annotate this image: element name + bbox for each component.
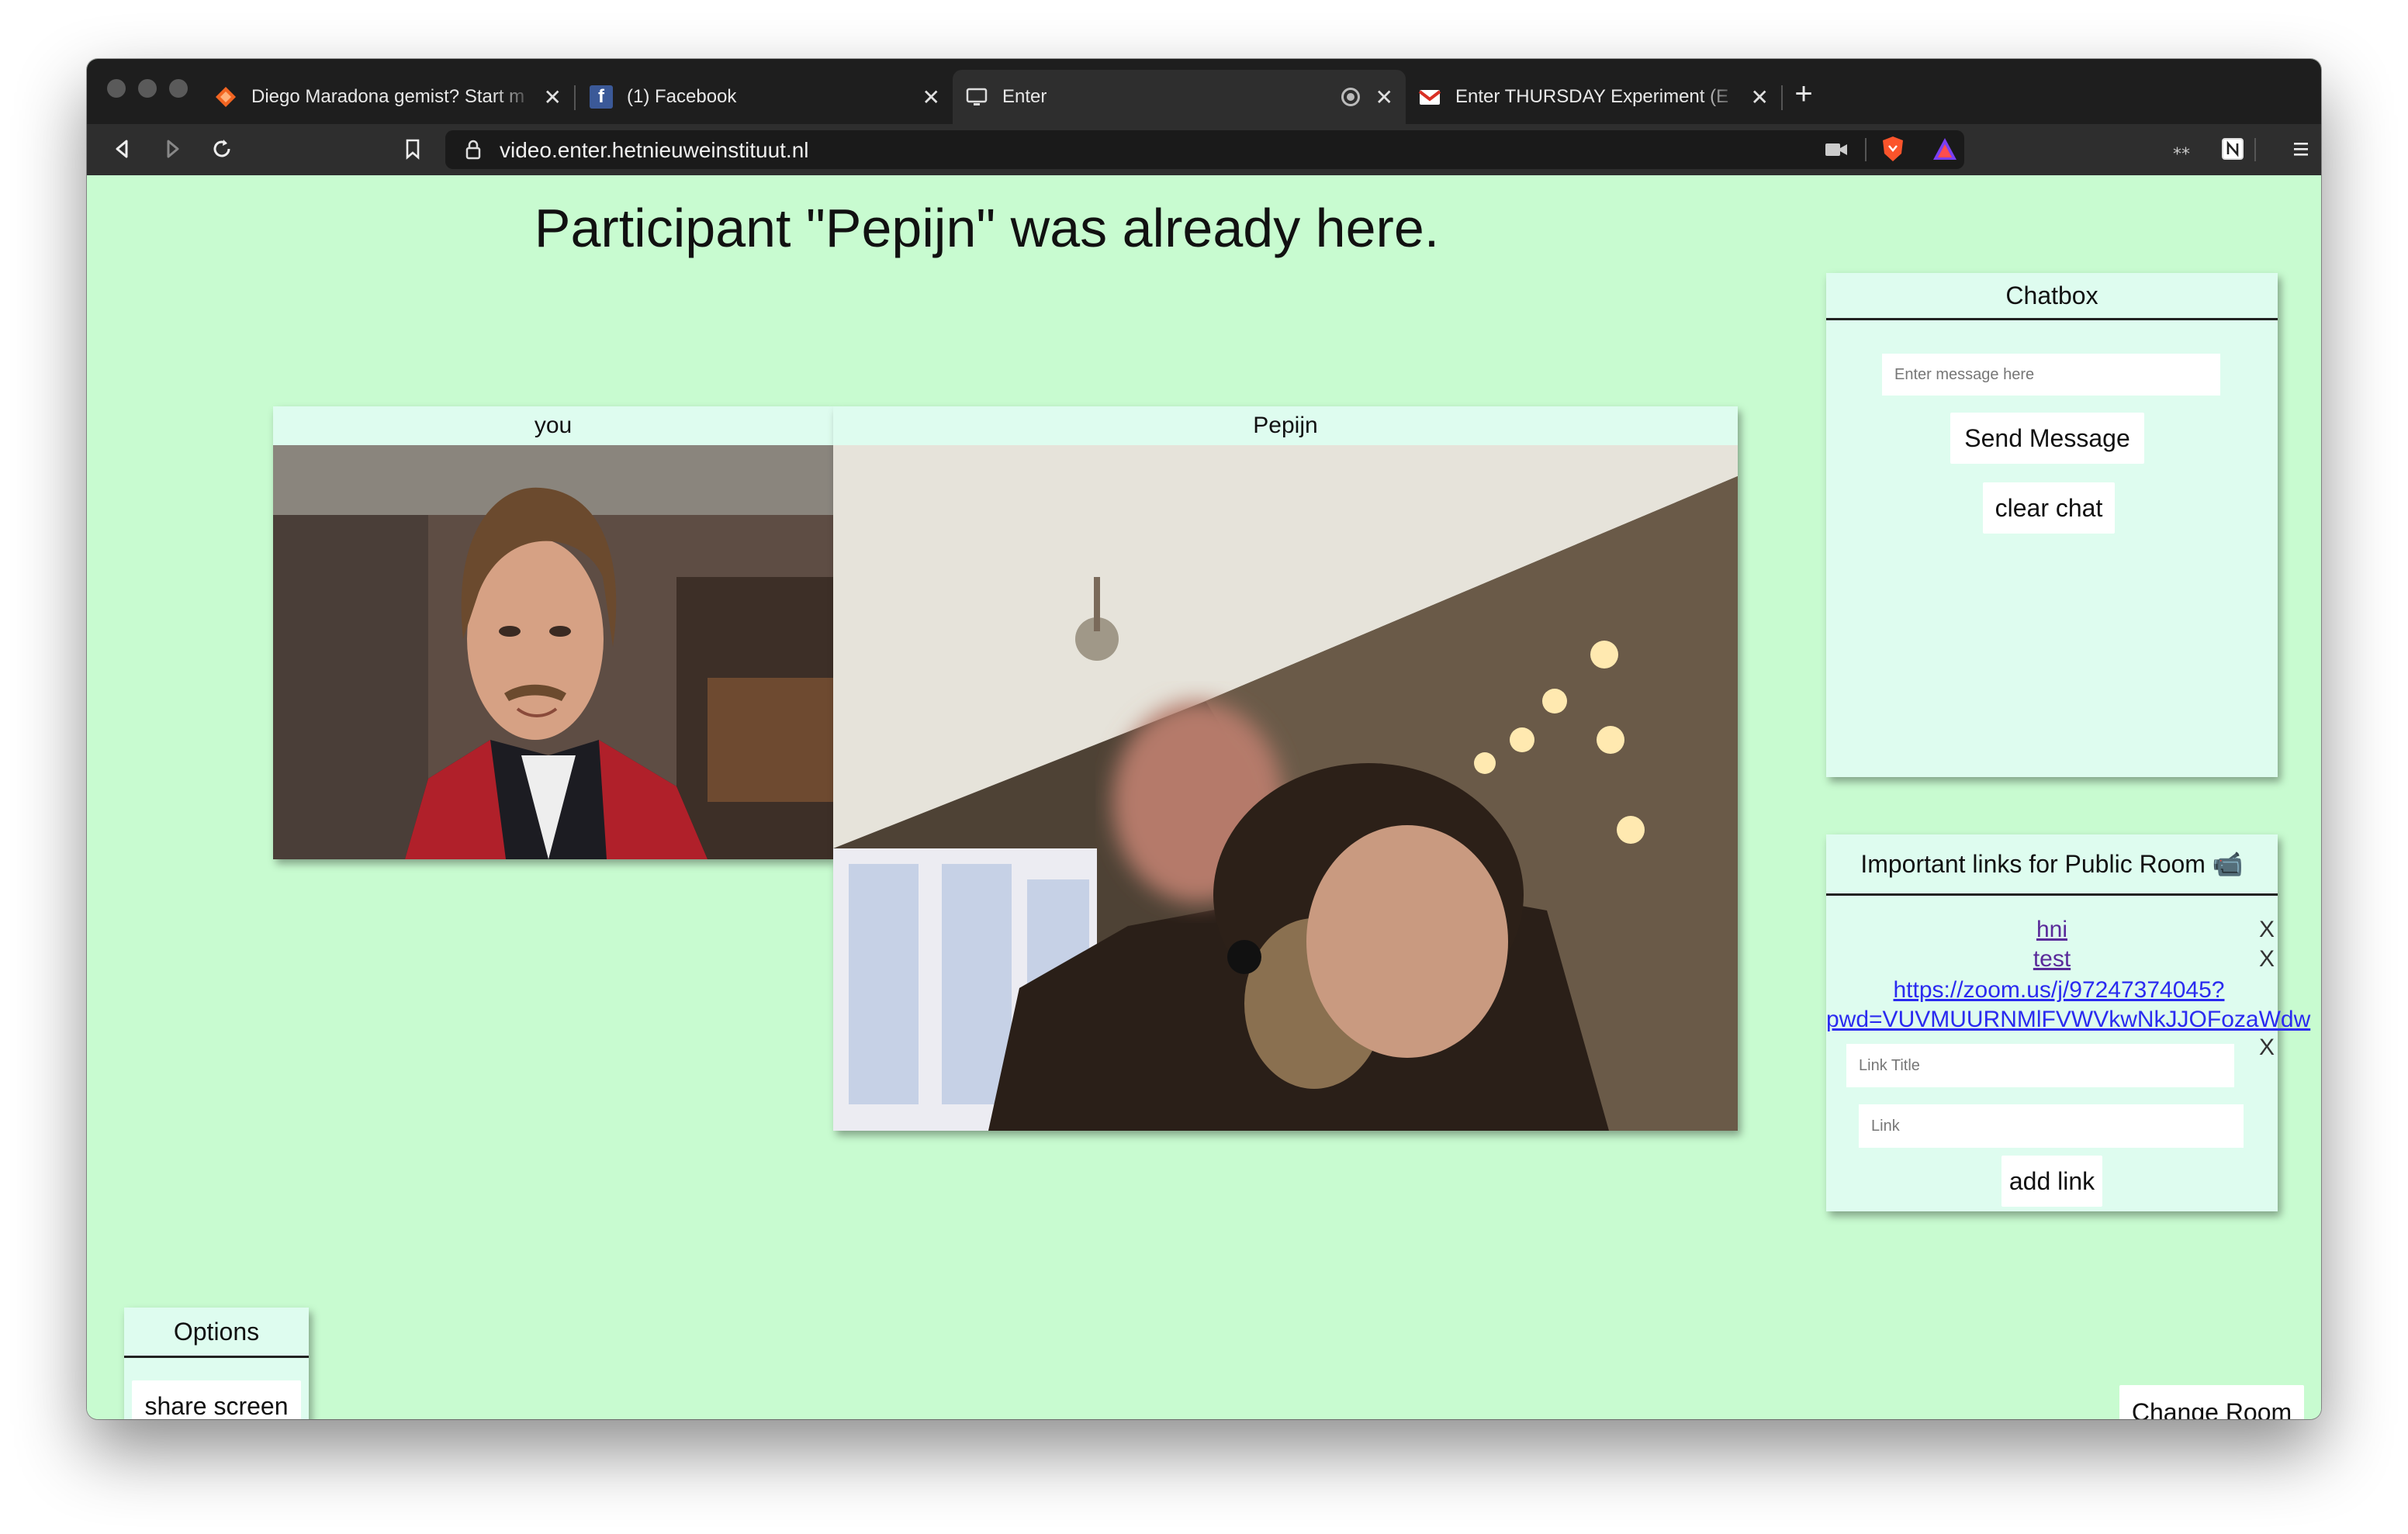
- brave-rewards-icon[interactable]: [1932, 136, 1958, 165]
- tab-title: Enter: [1002, 86, 1047, 107]
- url-text: video.enter.hetnieuweinstituut.nl: [500, 138, 809, 162]
- remove-link-button[interactable]: X: [2259, 1035, 2275, 1061]
- link-title-input[interactable]: Link Title: [1846, 1044, 2234, 1087]
- forward-icon[interactable]: [157, 133, 188, 164]
- divider: [2254, 138, 2256, 161]
- tab-separator: [1781, 85, 1783, 110]
- add-link-button[interactable]: add link: [2001, 1156, 2102, 1207]
- peer-video-feed: [833, 445, 1738, 1131]
- close-icon[interactable]: ✕: [1751, 85, 1769, 110]
- video-label: Pepijn: [833, 406, 1738, 445]
- extensions-icon[interactable]: ⁎⁎: [2166, 133, 2197, 164]
- reload-icon[interactable]: [206, 133, 237, 164]
- remove-link-button[interactable]: X: [2259, 917, 2275, 943]
- send-message-button[interactable]: Send Message: [1950, 413, 2144, 464]
- page-title: Participant "Pepijn" was already here.: [534, 198, 1440, 258]
- tab-enter[interactable]: Enter ✕: [953, 70, 1406, 124]
- change-room-button[interactable]: Change Room: [2119, 1385, 2304, 1419]
- web-page: Participant "Pepijn" was already here. y…: [87, 175, 2321, 1419]
- tab-bar: Diego Maradona gemist? Start m ✕ f (1) F…: [87, 59, 2321, 124]
- facebook-icon: f: [590, 85, 613, 109]
- divider: [1865, 138, 1867, 161]
- lock-icon: [465, 140, 481, 164]
- gmail-icon: [1418, 85, 1441, 109]
- notion-icon[interactable]: [2217, 133, 2248, 164]
- link-item[interactable]: hni: [1826, 917, 2278, 943]
- tab-title: (1) Facebook: [627, 86, 737, 107]
- close-icon[interactable]: ✕: [922, 85, 940, 110]
- remove-link-button[interactable]: X: [2259, 946, 2275, 973]
- video-tile-self: you: [273, 406, 833, 859]
- link-url-input[interactable]: Link: [1859, 1104, 2244, 1148]
- tab-title: Diego Maradona gemist? Start m: [251, 86, 525, 107]
- minimize-window-button[interactable]: [138, 79, 157, 98]
- options-title: Options: [124, 1308, 309, 1358]
- bookmark-icon[interactable]: [397, 133, 428, 164]
- self-video-feed: [273, 445, 833, 859]
- camera-icon[interactable]: [1825, 140, 1848, 163]
- browser-toolbar: video.enter.hetnieuweinstituut.nl ⁎⁎: [87, 124, 2321, 175]
- chatbox-title: Chatbox: [1826, 273, 2278, 320]
- browser-window: Diego Maradona gemist? Start m ✕ f (1) F…: [87, 59, 2321, 1419]
- monitor-icon: [965, 85, 988, 109]
- tab-title: Enter THURSDAY Experiment (E: [1455, 86, 1729, 107]
- message-input[interactable]: Enter message here: [1882, 354, 2220, 396]
- recording-icon: [1341, 88, 1360, 106]
- chatbox-panel: Chatbox Enter message here Send Message …: [1826, 273, 2278, 777]
- diamond-orange-icon: [214, 85, 237, 109]
- tab-facebook[interactable]: f (1) Facebook ✕: [577, 70, 953, 124]
- tab-separator: [574, 85, 576, 110]
- links-panel: Important links for Public Room 📹 hni X …: [1826, 834, 2310, 1211]
- close-icon[interactable]: ✕: [1375, 85, 1393, 110]
- close-window-button[interactable]: [107, 79, 126, 98]
- back-icon[interactable]: [107, 133, 138, 164]
- menu-icon[interactable]: [2285, 133, 2316, 164]
- tab-gmail[interactable]: Enter THURSDAY Experiment (E ✕: [1406, 70, 1781, 124]
- share-screen-button[interactable]: share screen: [132, 1380, 301, 1419]
- video-tile-peer: Pepijn: [833, 406, 1738, 1131]
- clear-chat-button[interactable]: clear chat: [1983, 482, 2115, 534]
- brave-shield-icon[interactable]: [1880, 135, 1905, 167]
- tab-maradona[interactable]: Diego Maradona gemist? Start m ✕: [202, 70, 574, 124]
- links-title: Important links for Public Room 📹: [1826, 834, 2278, 896]
- link-item[interactable]: test: [1826, 946, 2278, 973]
- video-label: you: [273, 406, 833, 445]
- link-item[interactable]: https://zoom.us/j/97247374045? pwd=VUVMU…: [1826, 976, 2310, 1035]
- close-icon[interactable]: ✕: [544, 85, 562, 110]
- options-panel: Options share screen: [124, 1308, 309, 1419]
- address-bar[interactable]: video.enter.hetnieuweinstituut.nl: [445, 130, 1964, 169]
- new-tab-icon[interactable]: +: [1786, 76, 1822, 112]
- maximize-window-button[interactable]: [169, 79, 188, 98]
